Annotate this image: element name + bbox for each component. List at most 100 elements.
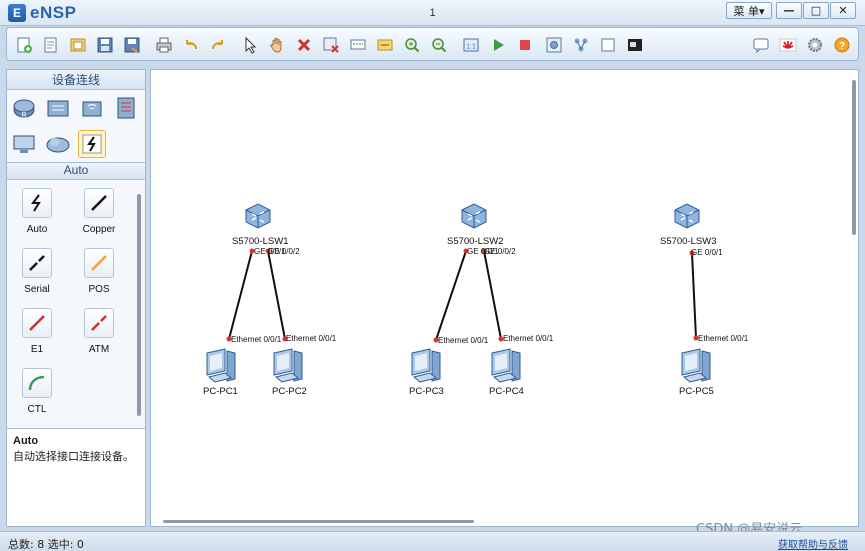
start-device-icon[interactable] — [488, 35, 508, 55]
cable-atm[interactable]: ATM — [74, 308, 124, 355]
chat-icon[interactable] — [751, 35, 771, 55]
cable-label: Copper — [82, 224, 116, 235]
atm-cable-icon — [91, 315, 107, 331]
cable-label: ATM — [88, 344, 110, 355]
router-icon[interactable]: R — [10, 94, 38, 122]
switch-icon[interactable] — [458, 200, 490, 235]
feedback-link[interactable]: 获取帮助与反馈 — [778, 536, 848, 551]
cable-label: Auto — [26, 224, 48, 235]
switch-icon[interactable] — [671, 200, 703, 235]
canvas-vertical-scrollbar[interactable] — [852, 80, 856, 235]
wlan-icon[interactable] — [78, 94, 106, 122]
svg-text:R: R — [21, 112, 26, 119]
cable-serial[interactable]: Serial — [12, 248, 62, 295]
device-label-sw3: S5700-LSW3 — [660, 236, 717, 247]
stop-device-icon[interactable] — [515, 35, 535, 55]
pc-icon[interactable] — [486, 345, 526, 388]
new-topology-icon[interactable] — [14, 35, 34, 55]
huawei-icon[interactable] — [778, 35, 798, 55]
title-bar: E eNSP 1 菜 单▾ — □ ✕ — [0, 0, 865, 26]
cable-category-header: Auto — [7, 162, 145, 180]
pc-icon[interactable] — [268, 345, 308, 388]
cable-auto[interactable]: Auto — [12, 188, 62, 235]
cable-ctl[interactable]: CTL — [12, 368, 62, 415]
device-label-pc3: PC-PC3 — [409, 386, 444, 397]
cable-copper[interactable]: Copper — [74, 188, 124, 235]
capture-icon[interactable] — [544, 35, 564, 55]
device-panel: 设备连线 R Auto Auto Copper Serial POS E1 AT… — [6, 69, 146, 527]
port-label: Ethernet 0/0/1 — [286, 334, 337, 343]
port-label: GE 0/0/1 — [691, 248, 723, 257]
panel-scrollbar[interactable] — [137, 194, 141, 416]
select-cursor-icon[interactable] — [240, 35, 260, 55]
topology-icon[interactable] — [571, 35, 591, 55]
text-icon[interactable] — [348, 35, 368, 55]
menu-button[interactable]: 菜 单▾ — [726, 2, 772, 19]
canvas-horizontal-scrollbar[interactable] — [163, 520, 474, 523]
zoom-out-icon[interactable] — [429, 35, 449, 55]
cable-label: CTL — [27, 404, 47, 415]
grid-icon[interactable] — [598, 35, 618, 55]
description-text: 自动选择接口连接设备。 — [13, 450, 134, 463]
pan-hand-icon[interactable] — [267, 35, 287, 55]
device-label-pc5: PC-PC5 — [679, 386, 714, 397]
minimize-button[interactable]: — — [776, 2, 802, 19]
svg-text:1:1: 1:1 — [466, 44, 476, 51]
cable-pos[interactable]: POS — [74, 248, 124, 295]
port-label: Ethernet 0/0/1 — [438, 336, 489, 345]
device-panel-header: 设备连线 — [7, 70, 145, 90]
cable-e1[interactable]: E1 — [12, 308, 62, 355]
delete-icon[interactable] — [294, 35, 314, 55]
svg-text:?: ? — [839, 41, 845, 52]
save-as-icon[interactable] — [122, 35, 142, 55]
status-count: 总数: 8 选中: 0 — [8, 538, 84, 551]
help-icon[interactable]: ? — [832, 35, 852, 55]
port-label: Ethernet 0/0/1 — [698, 334, 749, 343]
device-label-sw1: S5700-LSW1 — [232, 236, 289, 247]
port-label: Ethernet 0/0/1 — [503, 334, 554, 343]
cable-label: POS — [88, 284, 110, 295]
close-button[interactable]: ✕ — [830, 2, 856, 19]
status-bar: 总数: 8 选中: 0 获取帮助与反馈 — [0, 531, 865, 551]
pc-icon[interactable] — [406, 345, 446, 388]
auto-cable-icon — [31, 194, 41, 212]
print-icon[interactable] — [154, 35, 174, 55]
redo-icon[interactable] — [208, 35, 228, 55]
copper-cable-icon — [91, 195, 107, 211]
fit-view-icon[interactable]: 1:1 — [461, 35, 481, 55]
port-label: GE 0/0/2 — [268, 247, 300, 256]
port-label: Ethernet 0/0/1 — [231, 335, 282, 344]
ctl-cable-icon — [28, 375, 45, 391]
device-label-pc4: PC-PC4 — [489, 386, 524, 397]
serial-cable-icon — [29, 255, 45, 271]
firewall-icon[interactable] — [112, 94, 140, 122]
e1-cable-icon — [29, 315, 45, 331]
main-toolbar: 1:1 ? — [6, 27, 859, 61]
device-label-pc2: PC-PC2 — [272, 386, 307, 397]
description-title: Auto — [13, 435, 39, 447]
pos-cable-icon — [91, 255, 107, 271]
maximize-button[interactable]: □ — [803, 2, 829, 19]
undo-icon[interactable] — [181, 35, 201, 55]
cloud-icon[interactable] — [44, 130, 72, 158]
connection-icon[interactable] — [78, 130, 106, 158]
switch-icon[interactable] — [242, 200, 274, 235]
save-icon[interactable] — [95, 35, 115, 55]
topology-canvas[interactable] — [150, 69, 859, 527]
palette-icon[interactable] — [375, 35, 395, 55]
new-example-icon[interactable] — [41, 35, 61, 55]
pc-icon[interactable] — [201, 345, 241, 388]
screenshot-icon[interactable] — [625, 35, 645, 55]
zoom-in-icon[interactable] — [402, 35, 422, 55]
cable-label: E1 — [30, 344, 44, 355]
device-label-pc1: PC-PC1 — [203, 386, 238, 397]
pc-icon[interactable] — [676, 345, 716, 388]
cable-description: Auto 自动选择接口连接设备。 — [7, 428, 145, 526]
pc-icon[interactable] — [10, 130, 38, 158]
cable-label: Serial — [24, 284, 50, 295]
switch-icon[interactable] — [44, 94, 72, 122]
settings-icon[interactable] — [805, 35, 825, 55]
open-icon[interactable] — [68, 35, 88, 55]
port-label: GE 0/0/2 — [484, 247, 516, 256]
delete-links-icon[interactable] — [321, 35, 341, 55]
